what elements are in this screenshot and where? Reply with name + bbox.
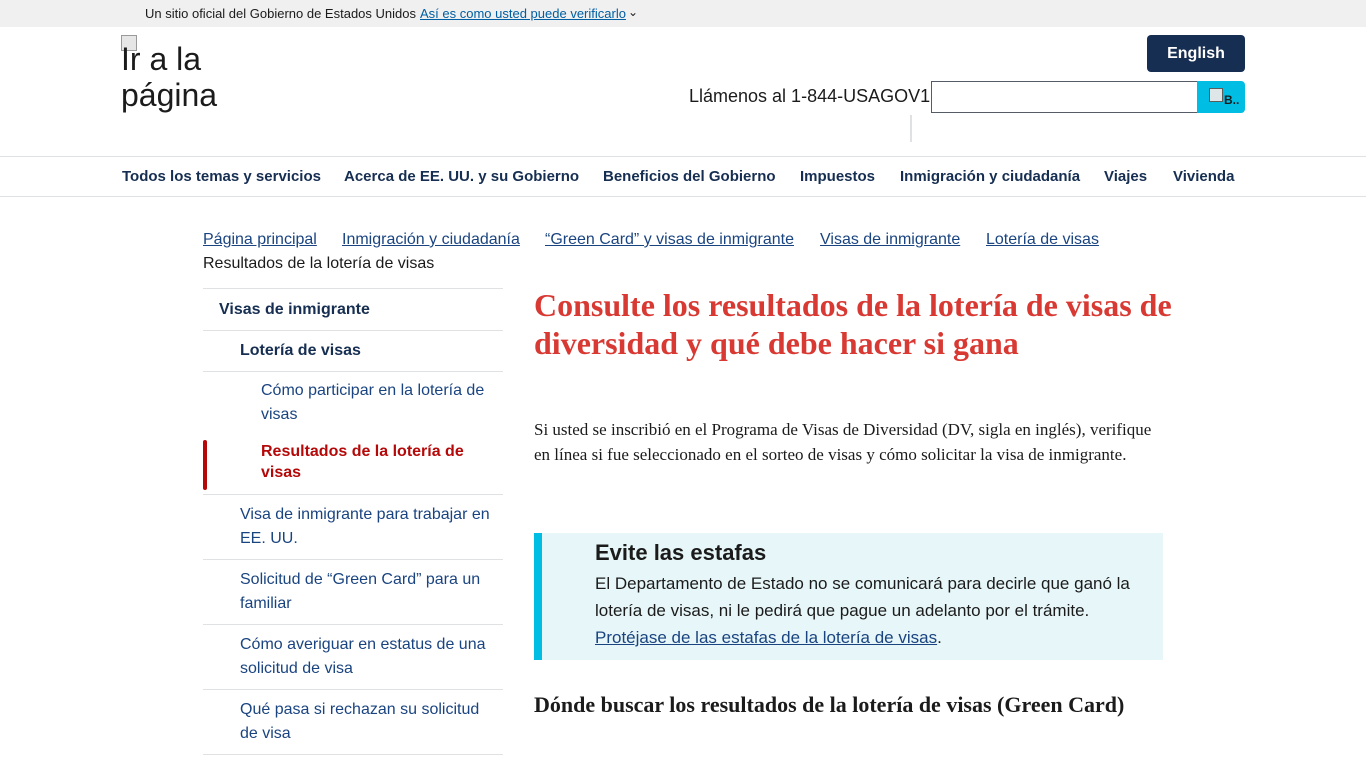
nav-item-taxes[interactable]: Impuestos — [800, 168, 875, 185]
alert-body-end: . — [937, 628, 942, 647]
nav-item-benefits[interactable]: Beneficios del Gobierno — [603, 168, 776, 185]
breadcrumb-current: Resultados de la lotería de visas — [203, 255, 435, 272]
main-nav: Todos los temas y servicios Acerca de EE… — [0, 156, 1366, 197]
nav-item-immigration[interactable]: Inmigración y ciudadanía — [900, 168, 1080, 185]
search-icon — [1209, 88, 1223, 102]
header-divider — [910, 115, 912, 142]
breadcrumb-green-card[interactable]: “Green Card” y visas de inmigrante — [545, 231, 794, 249]
sidenav-item-how-to-participate[interactable]: Cómo participar en la lotería de visas — [203, 371, 503, 439]
search-input[interactable] — [931, 81, 1198, 113]
intro-paragraph: Si usted se inscribió en el Programa de … — [534, 420, 1152, 464]
sidenav-item-label: Solicitud de “Green Card” para un famili… — [240, 571, 481, 612]
sidenav-item-label: Lotería de visas — [240, 342, 361, 359]
chevron-down-icon[interactable]: ⌄ — [628, 5, 638, 19]
logo-alt-text: Ir a la página — [121, 41, 218, 113]
section-title: Dónde buscar los resultados de la loterí… — [534, 692, 1125, 717]
official-site-text: Un sitio oficial del Gobierno de Estados… — [145, 6, 416, 21]
sidenav-item-lottery-results[interactable]: Resultados de la lotería de visas — [203, 439, 503, 494]
search-button[interactable]: B.. — [1197, 81, 1245, 113]
sidenav-item-label: Qué pasa si rechazan su solicitud de vis… — [240, 701, 480, 742]
alert-heading: Evite las estafas — [595, 540, 767, 565]
nav-item-travel[interactable]: Viajes — [1104, 168, 1147, 185]
alert-body: El Departamento de Estado no se comunica… — [595, 570, 1155, 651]
verify-link[interactable]: Así es como usted puede verificarlo — [420, 6, 626, 21]
nav-item-housing[interactable]: Vivienda — [1173, 168, 1234, 185]
current-page-indicator — [203, 440, 207, 490]
breadcrumb-home[interactable]: Página principal — [203, 231, 317, 249]
sidenav-item-work-visa[interactable]: Visa de inmigrante para trabajar en EE. … — [203, 494, 503, 559]
call-us-text: Llámenos al 1-844-USAGOV1 — [689, 86, 931, 106]
sidenav-item-green-card-family[interactable]: Solicitud de “Green Card” para un famili… — [203, 559, 503, 624]
english-language-button[interactable]: English — [1147, 35, 1245, 72]
breadcrumb-immigration[interactable]: Inmigración y ciudadanía — [342, 231, 520, 249]
gov-banner: Un sitio oficial del Gobierno de Estados… — [0, 0, 1366, 27]
scam-protection-link[interactable]: Protéjase de las estafas de la lotería d… — [595, 628, 937, 647]
sidenav-item-label: Visas de inmigrante — [219, 301, 370, 318]
alert-body-text: El Departamento de Estado no se comunica… — [595, 574, 1130, 620]
sidenav-item-label: Resultados de la lotería de visas — [261, 443, 464, 481]
nav-item-all-topics[interactable]: Todos los temas y servicios — [122, 168, 321, 185]
sidenav-item-visa-status[interactable]: Cómo averiguar en estatus de una solicit… — [203, 624, 503, 689]
scam-alert: Evite las estafas El Departamento de Est… — [534, 533, 1163, 660]
sidenav-item-label: Cómo averiguar en estatus de una solicit… — [240, 636, 486, 677]
breadcrumb-immigrant-visas[interactable]: Visas de inmigrante — [820, 231, 960, 249]
usagov-logo[interactable]: Ir a la página — [121, 35, 231, 115]
search-button-alt: B.. — [1224, 93, 1240, 107]
nav-item-about-us-government[interactable]: Acerca de EE. UU. y su Gobierno — [344, 168, 579, 185]
breadcrumb-visa-lottery[interactable]: Lotería de visas — [986, 231, 1099, 249]
sidenav-item-label: Cómo participar en la lotería de visas — [261, 382, 485, 423]
sidenav-item-label: Visa de inmigrante para trabajar en EE. … — [240, 506, 490, 547]
sidenav-item-visa-lottery[interactable]: Lotería de visas — [203, 330, 503, 371]
page-title: Consulte los resultados de la lotería de… — [534, 287, 1172, 361]
sidenav-item-immigrant-visas[interactable]: Visas de inmigrante — [203, 288, 503, 330]
sidenav-item-visa-denied[interactable]: Qué pasa si rechazan su solicitud de vis… — [203, 689, 503, 755]
